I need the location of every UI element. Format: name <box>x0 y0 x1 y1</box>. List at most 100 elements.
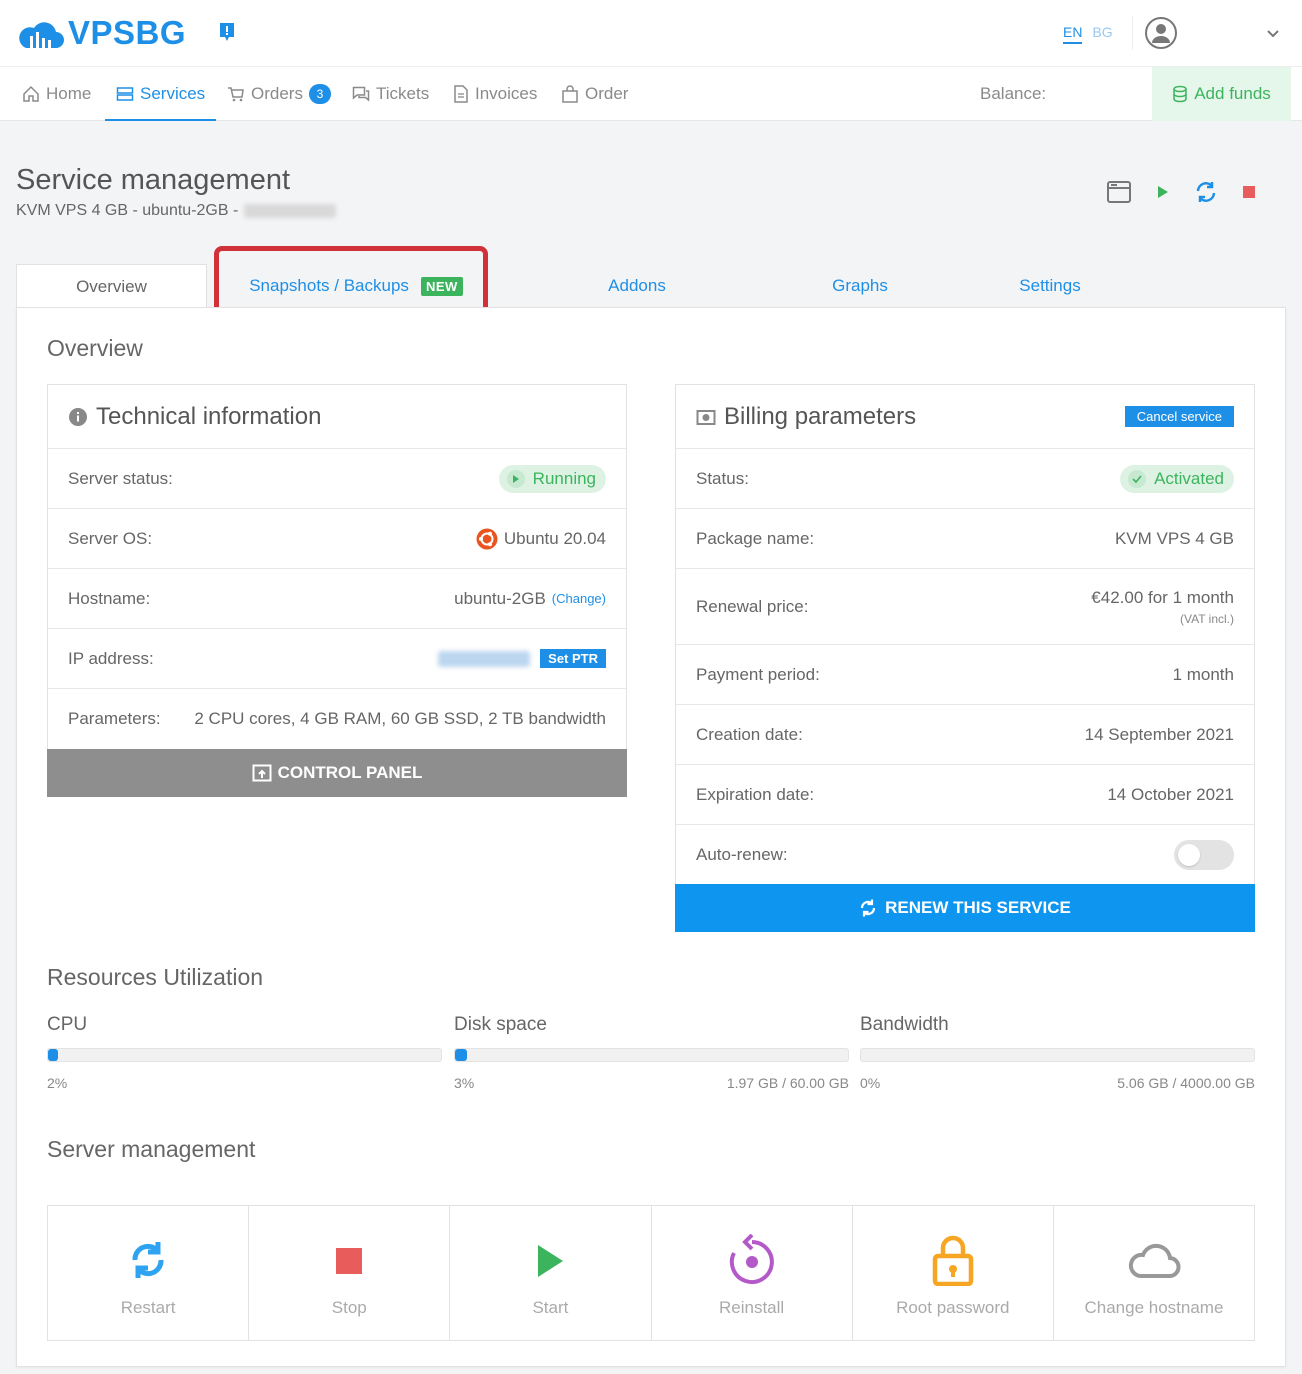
change-hostname-button[interactable]: Change hostname <box>1054 1206 1254 1340</box>
nav-home[interactable]: Home <box>22 67 91 121</box>
camera-icon <box>696 409 716 425</box>
server-os-value: Ubuntu 20.04 <box>503 528 606 548</box>
bandwidth-usage-text: 5.06 GB / 4000.00 GB <box>1117 1075 1255 1091</box>
nav-tickets[interactable]: Tickets <box>352 67 429 121</box>
hostname-change-link[interactable]: (Change) <box>552 591 606 606</box>
hostname-value: ubuntu-2GB <box>454 588 546 608</box>
expiration-date-value: 14 October 2021 <box>1107 784 1234 804</box>
coins-icon <box>1173 85 1187 103</box>
control-panel-label: CONTROL PANEL <box>277 763 423 782</box>
package-row: Package name: KVM VPS 4 GB <box>676 509 1254 569</box>
creation-date-row: Creation date: 14 September 2021 <box>676 705 1254 765</box>
language-switcher: EN BG <box>1063 24 1113 44</box>
bandwidth-percent: 0% <box>860 1075 881 1091</box>
server-icon <box>116 87 134 101</box>
renewal-price-value: €42.00 for 1 month <box>1091 587 1234 607</box>
reinstall-icon <box>729 1234 774 1284</box>
control-panel-button[interactable]: CONTROL PANEL <box>47 749 627 797</box>
server-status-value: Running <box>532 468 596 488</box>
divider <box>1132 16 1133 50</box>
ubuntu-icon <box>476 528 498 549</box>
home-icon <box>23 85 39 102</box>
disk-usage-text: 1.97 GB / 60.00 GB <box>726 1075 849 1091</box>
ip-address-label: IP address: <box>68 648 154 668</box>
auto-renew-label: Auto-renew: <box>696 845 788 864</box>
redacted-ip-address <box>438 650 531 667</box>
nav-orders[interactable]: Orders 3 <box>227 67 331 121</box>
cpu-usage-fill <box>48 1049 58 1061</box>
server-os-row: Server OS: Ubuntu 20.04 <box>48 509 626 569</box>
stop-icon[interactable] <box>1242 185 1256 199</box>
lang-bg-link[interactable]: BG <box>1092 24 1112 44</box>
tab-graphs[interactable]: Graphs <box>810 264 910 308</box>
restart-icon[interactable] <box>1194 180 1218 204</box>
payment-period-label: Payment period: <box>696 664 820 684</box>
tab-overview[interactable]: Overview <box>16 264 207 308</box>
disk-label: Disk space <box>454 1014 547 1035</box>
page-subtitle: KVM VPS 4 GB - ubuntu-2GB - <box>16 202 337 220</box>
lang-en-link[interactable]: EN <box>1063 24 1083 44</box>
add-funds-button[interactable]: Add funds <box>1152 67 1291 121</box>
billing-status-row: Status: Activated <box>676 449 1254 509</box>
root-password-button[interactable]: Root password <box>853 1206 1054 1340</box>
disk-usage-bar <box>454 1048 849 1062</box>
ip-address-row: IP address: Set PTR <box>48 629 626 689</box>
auto-renew-toggle[interactable] <box>1174 840 1234 870</box>
balance-label: Balance: <box>980 84 1047 103</box>
parameters-label: Parameters: <box>68 709 161 728</box>
service-description: KVM VPS 4 GB - ubuntu-2GB - <box>16 202 239 219</box>
payment-period-value: 1 month <box>1172 664 1234 684</box>
nav-order[interactable]: Order <box>561 67 628 121</box>
renewal-price-row: Renewal price: €42.00 for 1 month (VAT i… <box>676 569 1254 645</box>
info-icon <box>69 407 87 426</box>
billing-title: Billing parameters <box>724 402 917 430</box>
package-value: KVM VPS 4 GB <box>1114 528 1234 548</box>
stop-label: Stop <box>331 1298 367 1317</box>
nav-invoices[interactable]: Invoices <box>453 67 537 121</box>
start-button[interactable]: Start <box>450 1206 652 1340</box>
root-password-label: Root password <box>896 1298 1010 1317</box>
reinstall-button[interactable]: Reinstall <box>652 1206 853 1340</box>
renew-service-button[interactable]: RENEW THIS SERVICE <box>675 884 1255 932</box>
console-icon[interactable] <box>1106 180 1132 204</box>
server-status-badge: Running <box>498 464 606 493</box>
chevron-down-icon[interactable] <box>1266 26 1280 44</box>
nav-services[interactable]: Services <box>104 67 217 121</box>
page-title: Service management <box>16 164 291 196</box>
parameters-value: 2 CPU cores, 4 GB RAM, 60 GB SSD, 2 TB b… <box>194 709 606 728</box>
technical-info-panel: Technical information Server status: Run… <box>47 384 627 750</box>
nav-tickets-label: Tickets <box>376 84 430 103</box>
alert-icon[interactable] <box>218 22 236 49</box>
check-icon <box>1128 469 1147 488</box>
restart-button[interactable]: Restart <box>48 1206 250 1340</box>
set-ptr-button[interactable]: Set PTR <box>540 649 606 668</box>
tab-addons[interactable]: Addons <box>587 264 687 308</box>
renewal-price-label: Renewal price: <box>696 596 809 616</box>
play-icon[interactable] <box>1156 184 1170 200</box>
nav-invoices-label: Invoices <box>475 84 538 103</box>
restart-label: Restart <box>120 1298 176 1317</box>
add-funds-label: Add funds <box>1194 84 1271 103</box>
server-management-grid: Restart Stop Start Reinstall Root passwo… <box>47 1205 1255 1341</box>
billing-status-label: Status: <box>696 468 749 488</box>
orders-count-badge: 3 <box>308 84 331 104</box>
expiration-date-label: Expiration date: <box>696 784 815 804</box>
cancel-service-button[interactable]: Cancel service <box>1124 406 1234 427</box>
auto-renew-row: Auto-renew: <box>676 825 1254 885</box>
tab-settings[interactable]: Settings <box>1000 264 1100 308</box>
restart-icon <box>132 1242 164 1278</box>
payment-period-row: Payment period: 1 month <box>676 645 1254 705</box>
top-header: VPSBG EN BG <box>0 0 1302 67</box>
overview-heading: Overview <box>47 335 143 361</box>
nav-order-label: Order <box>585 84 629 103</box>
creation-date-value: 14 September 2021 <box>1084 724 1234 744</box>
cpu-label: CPU <box>47 1014 88 1035</box>
logo[interactable]: VPSBG <box>16 14 186 52</box>
creation-date-label: Creation date: <box>696 724 803 744</box>
nav-orders-label: Orders <box>251 84 303 103</box>
hostname-row: Hostname: ubuntu-2GB (Change) <box>48 569 626 629</box>
change-hostname-label: Change hostname <box>1084 1298 1224 1317</box>
stop-button[interactable]: Stop <box>249 1206 451 1340</box>
user-avatar[interactable] <box>1145 17 1177 54</box>
cpu-percent: 2% <box>47 1075 68 1091</box>
